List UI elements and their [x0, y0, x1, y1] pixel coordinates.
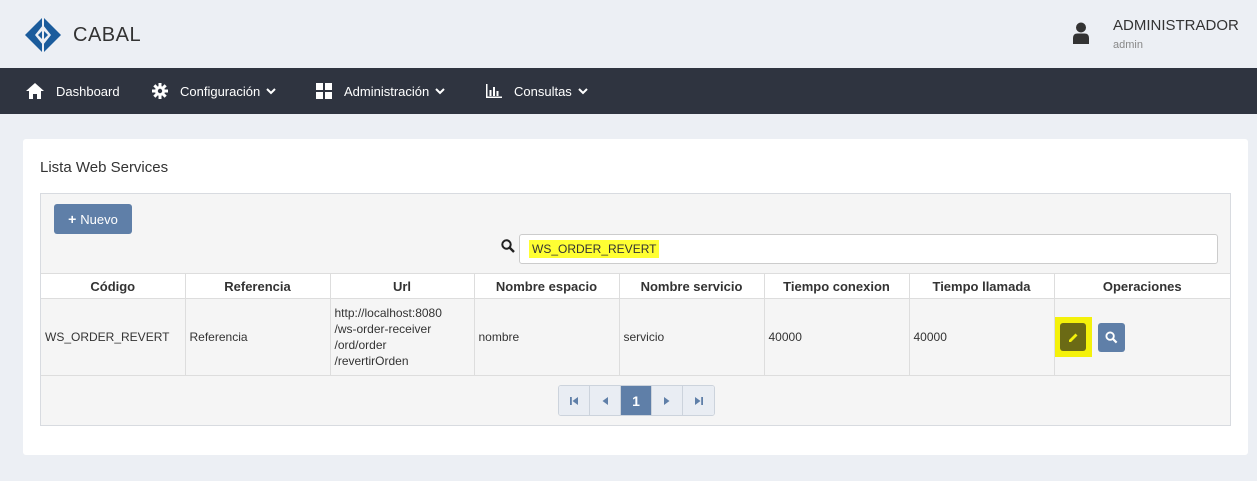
nav-consultas[interactable]: Consultas — [486, 68, 588, 114]
chart-icon — [486, 84, 502, 98]
cabal-logo-icon[interactable] — [24, 16, 62, 54]
last-page-button[interactable] — [683, 386, 714, 415]
operations-group — [1054, 317, 1231, 357]
column-header-codigo[interactable]: Código — [41, 273, 186, 299]
brand-name: CABAL — [73, 24, 142, 46]
table-row: WS_ORDER_REVERT Referencia http://localh… — [41, 298, 1231, 376]
cell-operaciones — [1054, 298, 1231, 376]
edit-button[interactable] — [1060, 323, 1086, 351]
chevron-down-icon — [578, 88, 588, 95]
gear-icon — [152, 83, 168, 99]
edit-highlight — [1054, 317, 1092, 357]
column-header-tiempo-llamada[interactable]: Tiempo llamada — [909, 273, 1055, 299]
table-container: + Nuevo WS_ORDER_REVERT Código Referenci… — [40, 193, 1231, 426]
table-header-row: Código Referencia Url Nombre espacio Nom… — [41, 273, 1230, 299]
page-button-current[interactable]: 1 — [621, 386, 652, 415]
prev-page-button[interactable] — [590, 386, 621, 415]
next-page-button[interactable] — [652, 386, 683, 415]
cell-url: http://localhost:8080 /ws-order-receiver… — [330, 298, 475, 376]
caret-right-icon — [664, 396, 670, 405]
column-header-nombre-servicio[interactable]: Nombre servicio — [619, 273, 765, 299]
view-button[interactable] — [1097, 322, 1125, 352]
column-header-url[interactable]: Url — [330, 273, 475, 299]
first-page-button[interactable] — [559, 386, 590, 415]
caret-left-icon — [602, 396, 608, 405]
url-line: http://localhost:8080 — [334, 306, 442, 320]
nav-dashboard-label: Dashboard — [56, 83, 120, 99]
new-button[interactable]: + Nuevo — [54, 204, 132, 234]
user-icon[interactable] — [1073, 22, 1089, 44]
column-header-nombre-espacio[interactable]: Nombre espacio — [474, 273, 620, 299]
top-header: CABAL ADMINISTRADOR admin — [0, 0, 1257, 68]
pencil-icon — [1068, 333, 1077, 342]
nav-configuracion-label: Configuración — [180, 83, 261, 99]
nav-configuracion[interactable]: Configuración — [152, 68, 276, 114]
panel-title: Lista Web Services — [40, 159, 169, 176]
column-header-referencia[interactable]: Referencia — [185, 273, 331, 299]
cell-nombre-espacio: nombre — [474, 298, 620, 376]
column-header-operaciones: Operaciones — [1054, 273, 1230, 299]
nav-administracion[interactable]: Administración — [316, 68, 445, 114]
cell-nombre-servicio: servicio — [619, 298, 765, 376]
nav-dashboard[interactable]: Dashboard — [26, 68, 120, 114]
cell-tiempo-conexion: 40000 — [764, 298, 910, 376]
new-button-label: Nuevo — [80, 211, 118, 227]
home-icon — [26, 83, 44, 99]
url-line: /ord/order — [334, 338, 387, 352]
pagination: 1 — [558, 385, 715, 416]
main-navbar: Dashboard Configuración Administración C… — [0, 68, 1257, 114]
grid-icon — [316, 83, 332, 99]
search-icon — [1104, 330, 1117, 343]
user-login: admin — [1113, 39, 1143, 51]
chevron-down-icon — [266, 88, 276, 95]
chevron-down-icon — [435, 88, 445, 95]
url-line: /ws-order-receiver — [334, 322, 432, 336]
web-services-table: Código Referencia Url Nombre espacio Nom… — [41, 273, 1230, 376]
cell-tiempo-llamada: 40000 — [909, 298, 1055, 376]
cell-referencia: Referencia — [185, 298, 331, 376]
search-icon — [501, 239, 515, 253]
web-services-panel: Lista Web Services + Nuevo WS_ORDER_REVE… — [23, 139, 1248, 455]
cell-codigo: WS_ORDER_REVERT — [41, 298, 186, 376]
search-input-value: WS_ORDER_REVERT — [529, 240, 660, 258]
nav-administracion-label: Administración — [344, 83, 430, 99]
column-header-tiempo-conexion[interactable]: Tiempo conexion — [764, 273, 910, 299]
nav-consultas-label: Consultas — [514, 83, 572, 99]
url-line: /revertirOrden — [334, 354, 409, 368]
first-page-icon — [570, 396, 578, 405]
search-input[interactable]: WS_ORDER_REVERT — [519, 234, 1218, 264]
user-name[interactable]: ADMINISTRADOR — [1113, 17, 1239, 34]
plus-icon: + — [68, 211, 77, 227]
last-page-icon — [694, 396, 703, 405]
